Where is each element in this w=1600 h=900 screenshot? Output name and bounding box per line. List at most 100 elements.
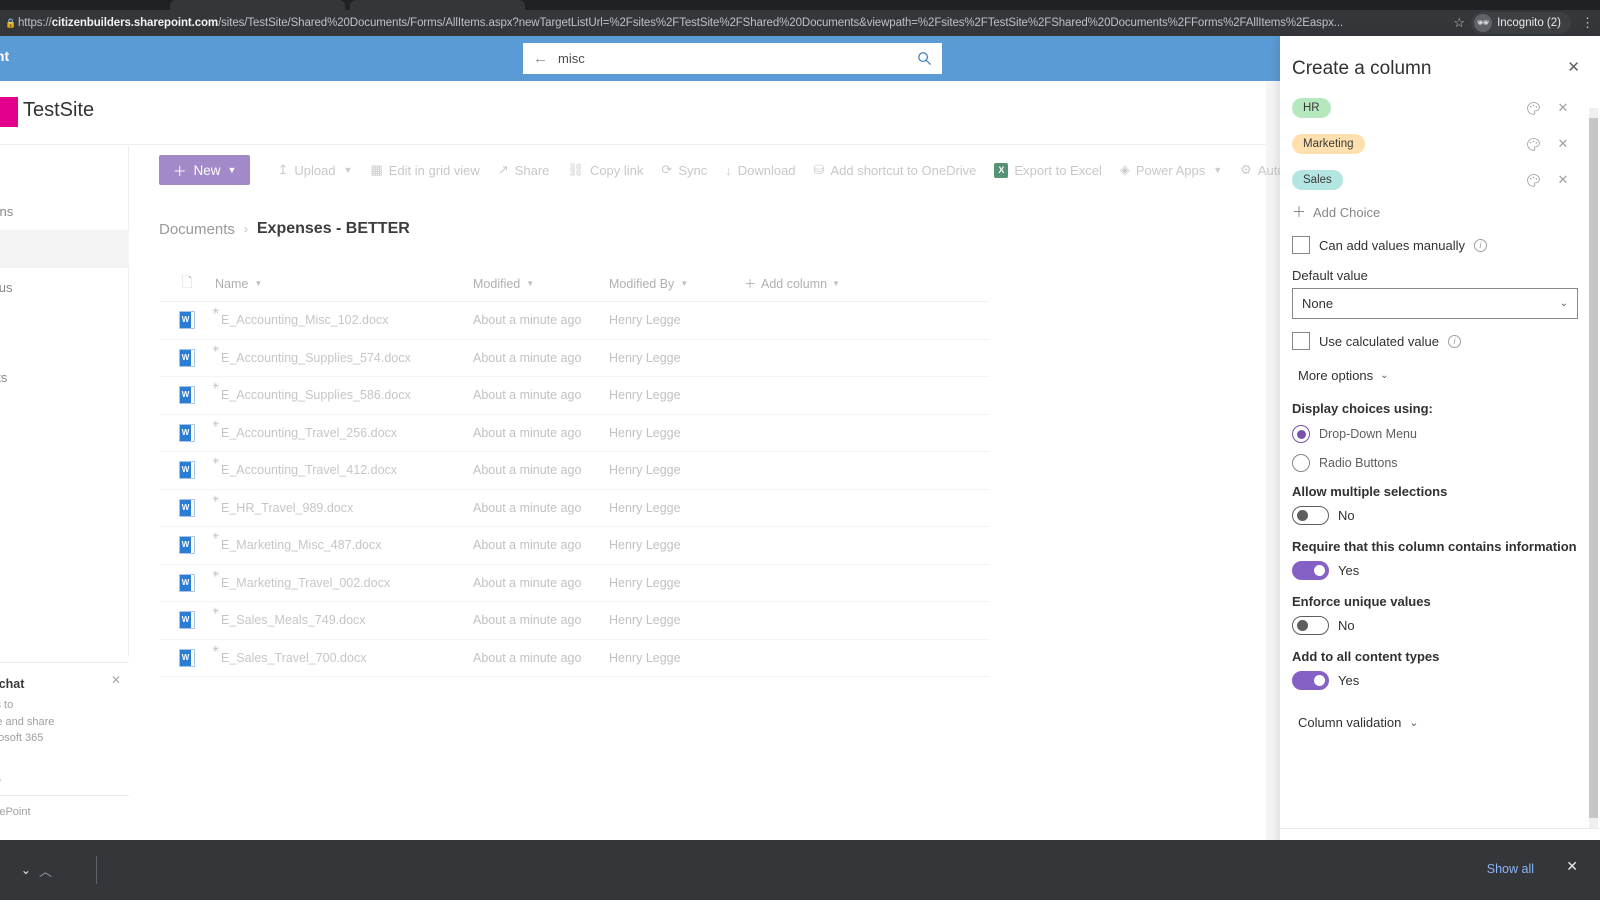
address-bar[interactable]: https://citizenbuilders.sharepoint.com/s… xyxy=(18,17,1447,29)
browser-tab-strip[interactable] xyxy=(0,0,1600,10)
table-row[interactable]: E_Accounting_Supplies_574.docx About a m… xyxy=(159,340,989,377)
can-add-values-manually-row[interactable]: Can add values manually i xyxy=(1292,236,1578,254)
remove-choice-button[interactable]: ✕ xyxy=(1548,100,1578,116)
info-icon[interactable]: i xyxy=(1447,334,1461,348)
new-button[interactable]: ＋ New ▼ xyxy=(159,155,251,185)
app-launcher-label[interactable]: int xyxy=(0,48,9,64)
export-to-excel-button[interactable]: X Export to Excel xyxy=(985,154,1110,186)
search-input[interactable] xyxy=(558,51,898,66)
table-row[interactable]: E_Marketing_Misc_487.docx About a minute… xyxy=(159,527,989,565)
table-row[interactable]: E_HR_Travel_989.docx About a minute ago … xyxy=(159,490,989,527)
sidebar-item-documents[interactable]: ents xyxy=(0,230,129,268)
search-submit-button[interactable] xyxy=(906,43,942,74)
table-row[interactable]: E_Marketing_Travel_002.docx About a minu… xyxy=(159,565,989,602)
close-icon[interactable]: ✕ xyxy=(111,673,121,687)
star-icon[interactable]: ☆ xyxy=(1447,10,1471,36)
file-modified-by-cell: Henry Legge xyxy=(609,500,681,515)
file-name-cell[interactable]: E_Sales_Meals_749.docx xyxy=(212,606,473,627)
file-name-cell[interactable]: E_Accounting_Misc_102.docx xyxy=(212,306,473,327)
file-modified-cell: About a minute ago xyxy=(473,500,582,515)
radio-button[interactable] xyxy=(1292,454,1310,472)
table-row[interactable]: E_Sales_Travel_700.docx About a minute a… xyxy=(159,640,989,677)
back-arrow-icon[interactable]: ← xyxy=(533,51,548,66)
file-name-cell[interactable]: E_Marketing_Misc_487.docx xyxy=(212,531,473,552)
add-choice-button[interactable]: ＋ Add Choice xyxy=(1292,202,1578,222)
scrollbar-thumb[interactable] xyxy=(1589,118,1598,818)
table-row[interactable]: E_Accounting_Travel_256.docx About a min… xyxy=(159,415,989,452)
file-name-cell[interactable]: E_Marketing_Travel_002.docx xyxy=(212,569,473,590)
default-value-dropdown[interactable]: None ⌄ xyxy=(1292,288,1578,319)
kebab-menu-icon[interactable]: ⋮ xyxy=(1575,10,1600,36)
sidebar-item-site-contents[interactable]: ntents xyxy=(0,358,129,396)
remove-choice-button[interactable]: ✕ xyxy=(1548,172,1578,188)
upload-button[interactable]: ↥ Upload ▼ xyxy=(268,154,361,186)
file-name-cell[interactable]: E_Accounting_Travel_412.docx xyxy=(212,456,473,477)
sidebar-item-notebook[interactable]: ook xyxy=(0,306,129,344)
column-validation-button[interactable]: Column validation ⌄ xyxy=(1298,715,1578,730)
powerapps-icon: ◈ xyxy=(1119,162,1130,177)
file-name-cell[interactable]: E_Accounting_Travel_256.docx xyxy=(212,419,473,440)
incognito-indicator[interactable]: 🕶 Incognito (2) xyxy=(1471,12,1571,34)
table-row[interactable]: E_Sales_Meals_749.docx About a minute ag… xyxy=(159,602,989,640)
remove-choice-button[interactable]: ✕ xyxy=(1548,136,1578,152)
use-calculated-value-checkbox[interactable] xyxy=(1292,332,1310,350)
search-box[interactable]: ← xyxy=(523,43,908,74)
browser-tab[interactable] xyxy=(170,0,345,10)
enforce-unique-values-toggle[interactable] xyxy=(1292,616,1329,635)
palette-icon[interactable] xyxy=(1518,136,1548,152)
file-name-cell[interactable]: E_Accounting_Supplies_586.docx xyxy=(212,381,473,402)
file-modified-cell: About a minute ago xyxy=(473,613,582,628)
file-name-cell[interactable]: E_Sales_Travel_700.docx xyxy=(212,644,473,665)
radio-drop-down-menu[interactable]: Drop-Down Menu xyxy=(1292,425,1578,443)
download-button[interactable]: ↓ Download xyxy=(716,154,804,186)
column-header-modified[interactable]: Modified ▼ xyxy=(473,277,609,291)
radio-radio-buttons[interactable]: Radio Buttons xyxy=(1292,454,1578,472)
sidebar-item-recycle-bin[interactable]: bin xyxy=(0,396,129,434)
classic-sharepoint-link[interactable]: assic SharePoint xyxy=(0,795,129,828)
add-column-button[interactable]: ＋ Add column ▼ xyxy=(744,275,840,292)
show-all-button[interactable]: Show all xyxy=(1479,858,1542,880)
table-row[interactable]: E_Accounting_Supplies_586.docx About a m… xyxy=(159,377,989,415)
sidebar-item-shared-with-us[interactable]: with us xyxy=(0,268,129,306)
close-icon[interactable]: ✕ xyxy=(1561,58,1586,77)
palette-icon[interactable] xyxy=(1518,100,1548,116)
radio-button[interactable] xyxy=(1292,425,1310,443)
file-type-cell xyxy=(159,498,215,517)
sync-button[interactable]: ⟳ Sync xyxy=(652,154,716,186)
sidebar-item-conversations[interactable]: sations xyxy=(0,192,129,230)
site-title[interactable]: TestSite xyxy=(23,99,94,122)
column-header-name[interactable]: Name ▼ xyxy=(215,277,473,291)
more-options-button[interactable]: More options ⌄ xyxy=(1298,368,1578,383)
file-name-cell[interactable]: E_HR_Travel_989.docx xyxy=(212,494,473,515)
add-to-all-content-types-toggle[interactable] xyxy=(1292,671,1329,690)
chevron-up-icon[interactable]: ︿ xyxy=(39,861,52,880)
teams-promo-link[interactable]: soft Teams xyxy=(0,773,119,785)
edit-in-grid-view-button[interactable]: ▦ Edit in grid view xyxy=(361,154,488,186)
add-column-label: Add column xyxy=(761,276,828,291)
choice-pill[interactable]: HR xyxy=(1292,98,1331,118)
allow-multiple-selections-toggle[interactable] xyxy=(1292,506,1329,525)
share-button[interactable]: ↗ Share xyxy=(489,154,559,186)
can-add-values-manually-checkbox[interactable] xyxy=(1292,236,1310,254)
palette-icon[interactable] xyxy=(1518,172,1548,188)
default-value-text: None xyxy=(1302,296,1334,311)
table-row[interactable]: E_Accounting_Travel_412.docx About a min… xyxy=(159,452,989,490)
enforce-unique-values-label: Enforce unique values xyxy=(1292,594,1431,609)
copy-link-button[interactable]: ⛓ Copy link xyxy=(558,154,652,186)
panel-scrollbar[interactable] xyxy=(1589,108,1598,828)
add-shortcut-to-onedrive-button[interactable]: ⛁ Add shortcut to OneDrive xyxy=(805,154,986,186)
breadcrumb-root[interactable]: Documents xyxy=(159,221,235,238)
table-row[interactable]: E_Accounting_Misc_102.docx About a minut… xyxy=(159,302,989,340)
browser-tab[interactable] xyxy=(350,0,525,10)
download-item[interactable]: ⌄ ︿ xyxy=(0,852,60,888)
power-apps-button[interactable]: ◈ Power Apps ▼ xyxy=(1111,154,1231,186)
use-calculated-value-row[interactable]: Use calculated value i xyxy=(1292,332,1578,350)
file-name-cell[interactable]: E_Accounting_Supplies_574.docx xyxy=(212,344,473,365)
require-information-toggle[interactable] xyxy=(1292,561,1329,580)
close-icon[interactable]: ✕ xyxy=(1566,858,1578,875)
column-header-file-type[interactable]: 🗋 xyxy=(159,272,215,296)
choice-pill[interactable]: Sales xyxy=(1292,170,1343,190)
column-header-modified-by[interactable]: Modified By ▼ xyxy=(609,277,744,291)
info-icon[interactable]: i xyxy=(1473,238,1487,252)
choice-pill[interactable]: Marketing xyxy=(1292,134,1365,154)
